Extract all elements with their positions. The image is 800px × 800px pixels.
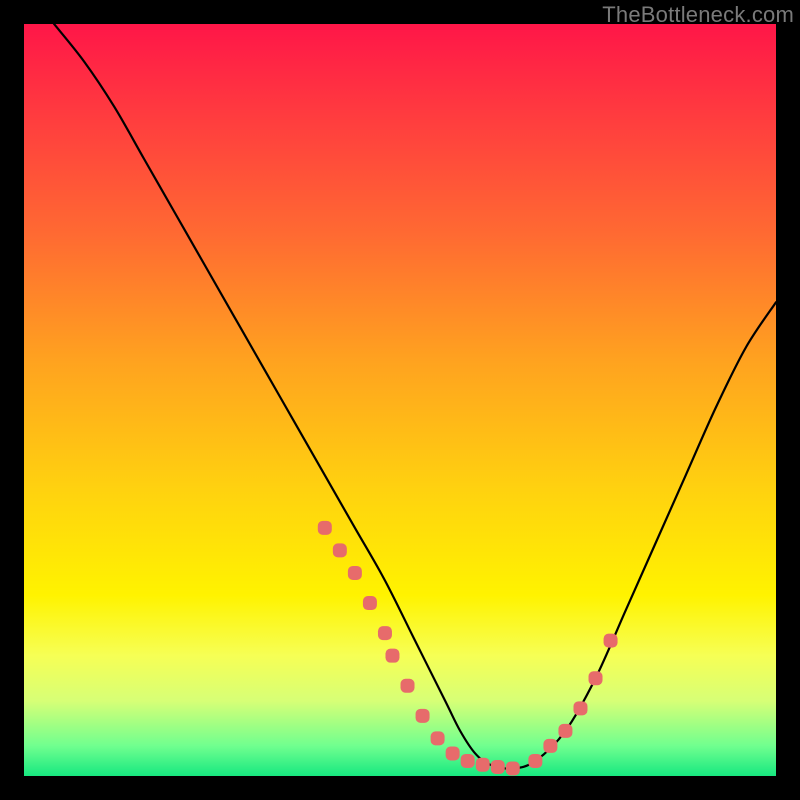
marker-point [431, 731, 445, 745]
marker-point [378, 626, 392, 640]
marker-point [528, 754, 542, 768]
marker-point [401, 679, 415, 693]
marker-point [446, 746, 460, 760]
marker-point [573, 701, 587, 715]
marker-point [385, 649, 399, 663]
marker-point [476, 758, 490, 772]
marker-point [558, 724, 572, 738]
marker-point [491, 760, 505, 774]
marker-point [604, 634, 618, 648]
chart-frame [24, 24, 776, 776]
marker-point [461, 754, 475, 768]
marker-point [318, 521, 332, 535]
marker-point [348, 566, 362, 580]
attribution-label: TheBottleneck.com [602, 2, 794, 28]
marker-point [333, 543, 347, 557]
marker-point [363, 596, 377, 610]
gradient-background [24, 24, 776, 776]
marker-point [589, 671, 603, 685]
marker-point [506, 761, 520, 775]
bottleneck-chart [24, 24, 776, 776]
marker-point [416, 709, 430, 723]
marker-point [543, 739, 557, 753]
